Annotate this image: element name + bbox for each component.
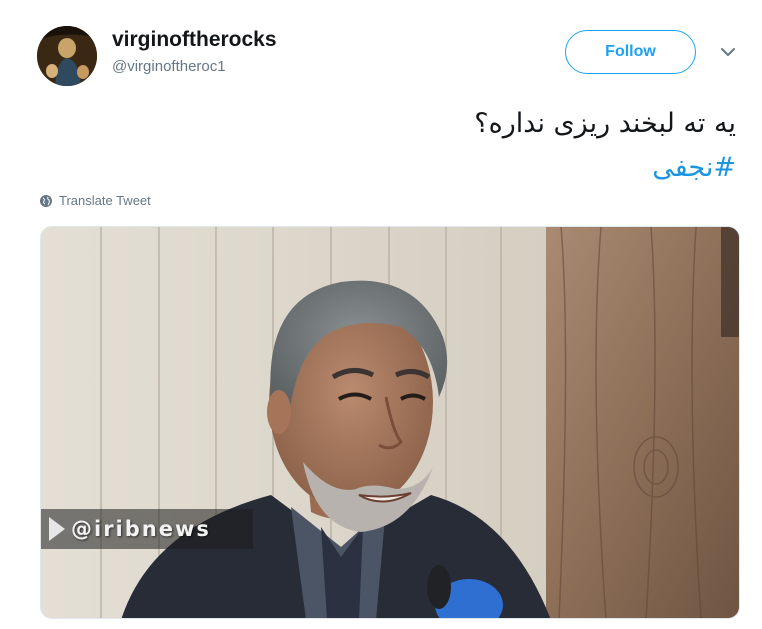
- hashtag-link[interactable]: #نجفی: [474, 146, 736, 190]
- globe-icon: [40, 194, 52, 207]
- user-handle[interactable]: @virginoftheroc1: [112, 57, 277, 77]
- avatar-image: [37, 26, 97, 86]
- avatar[interactable]: [37, 26, 97, 86]
- tweet-media[interactable]: @iribnews: [40, 226, 740, 619]
- tweet-card: virginoftherocks @virginoftheroc1 Follow…: [0, 0, 762, 629]
- tweet-body: یه ته لبخند ریزی نداره؟: [474, 108, 736, 139]
- translate-tweet-link[interactable]: Translate Tweet: [39, 193, 151, 208]
- translate-label: Translate Tweet: [59, 193, 151, 208]
- display-name[interactable]: virginoftherocks: [112, 28, 277, 52]
- user-info: virginoftherocks @virginoftheroc1: [112, 28, 277, 77]
- watermark-overlay: @iribnews: [41, 509, 253, 549]
- chevron-down-icon[interactable]: [718, 44, 738, 60]
- watermark-text: @iribnews: [71, 517, 211, 541]
- tweet-text: یه ته لبخند ریزی نداره؟ #نجفی: [474, 102, 736, 190]
- media-image: [41, 227, 739, 618]
- play-arrow-icon: [49, 517, 65, 541]
- follow-button[interactable]: Follow: [565, 30, 696, 74]
